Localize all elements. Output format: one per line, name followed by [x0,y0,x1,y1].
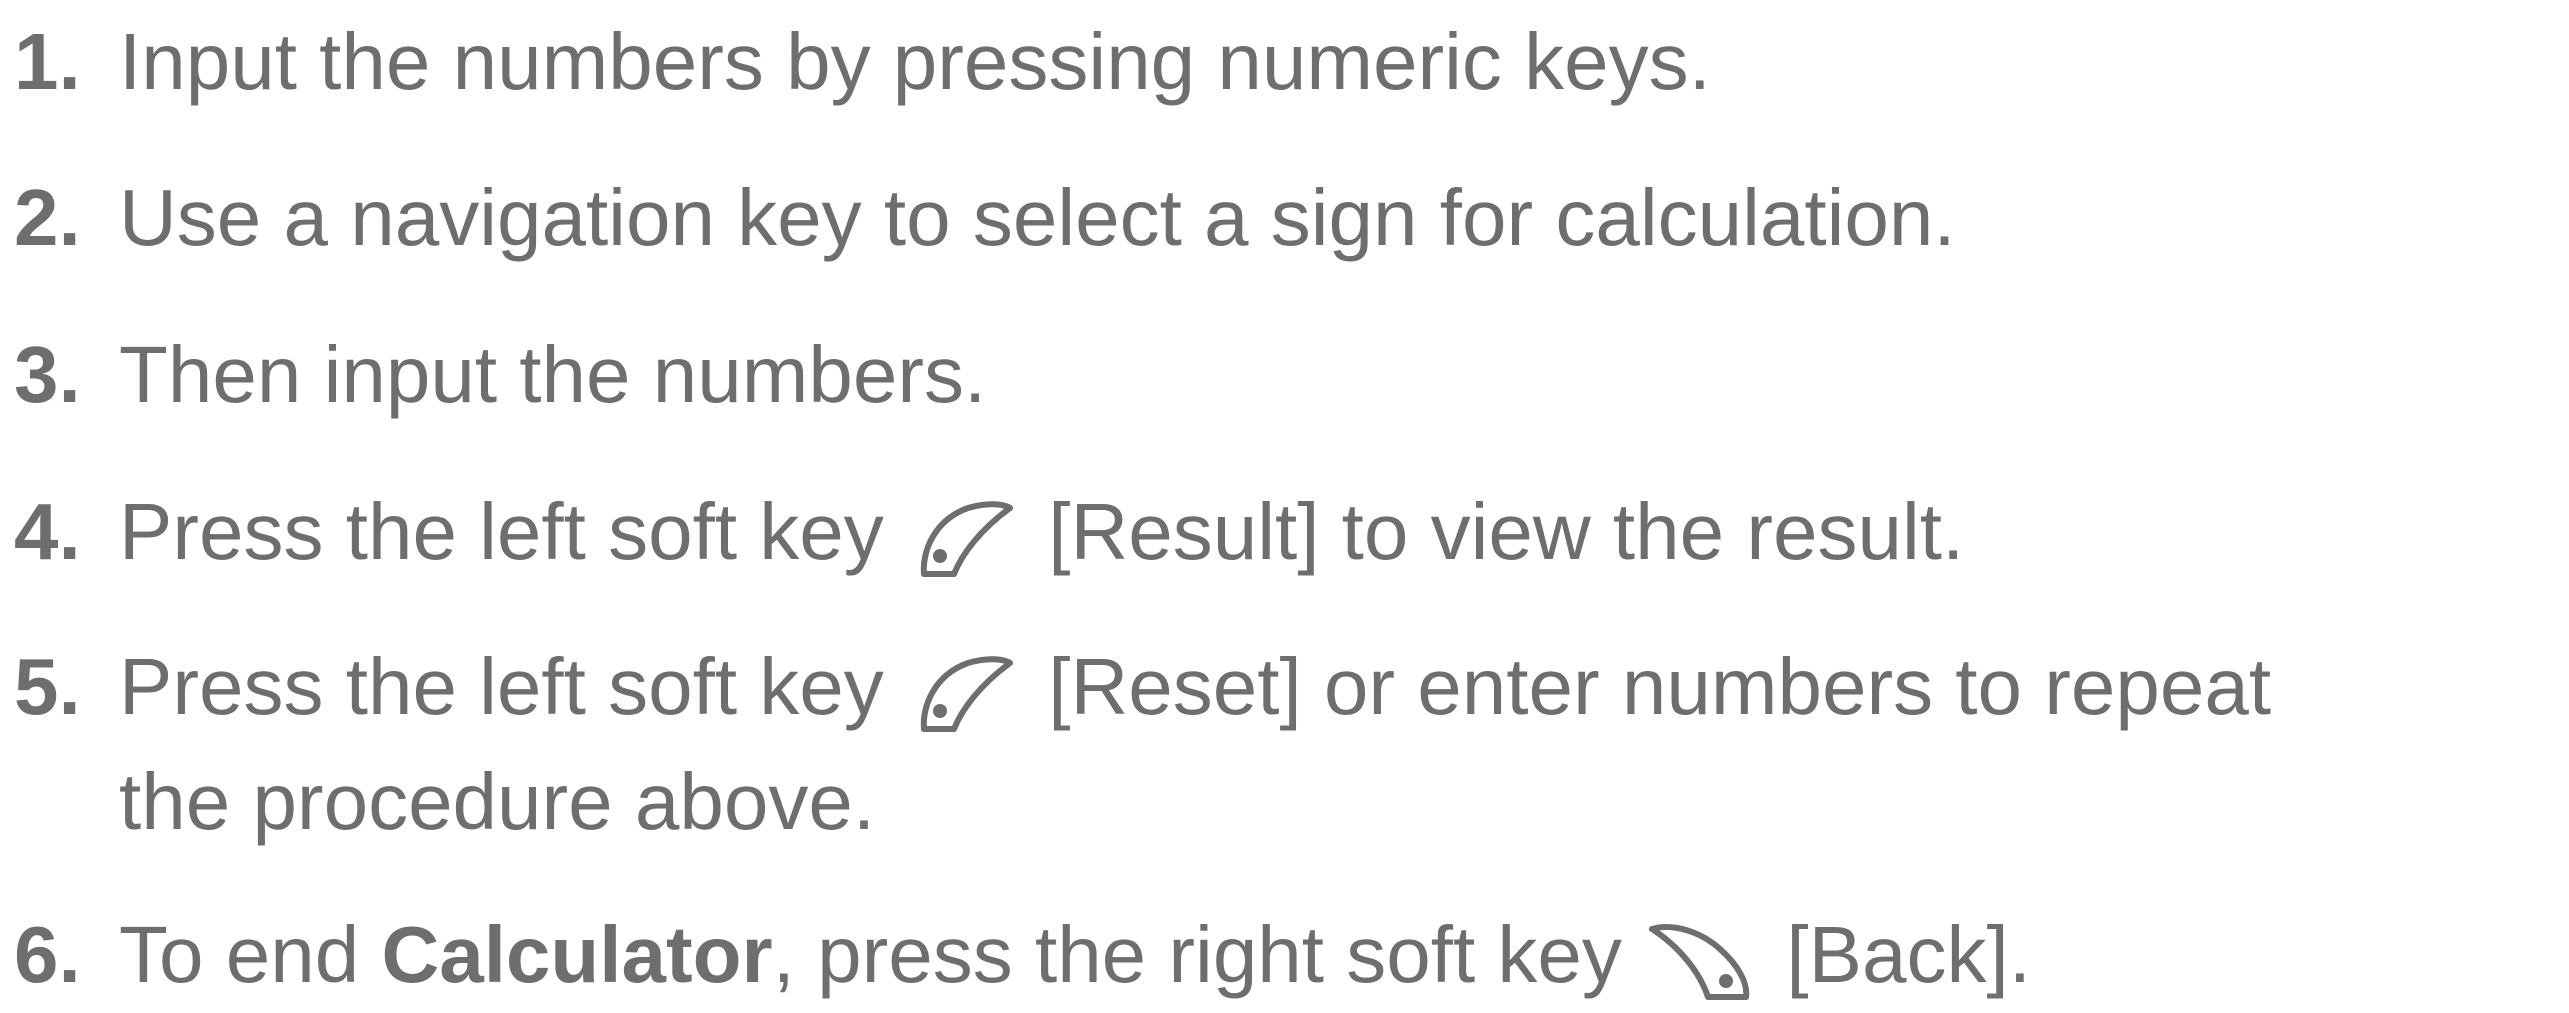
step-text: Then input the numbers. [119,330,987,419]
step-number: 3. [14,330,81,419]
step-text-before: Press the left soft key [119,642,884,731]
step-text-after: [Result] to view the result. [1048,487,1965,576]
step-text: Input the numbers by pressing numeric ke… [119,17,1711,106]
step-4: 4. Press the left soft key [Result] to vi… [14,482,1964,582]
step-text-middle: , press the right soft key [772,910,1622,999]
step-6: 6. To end Calculator, press the right sof… [14,905,2031,1005]
left-soft-key-icon [906,641,1026,737]
step-number: 2. [14,173,81,262]
step-text-before: To end [119,910,360,999]
step-text: Use a navigation key to select a sign fo… [119,173,1956,262]
step-text-continuation: the procedure above. [119,757,876,846]
step-text-after: [Back]. [1786,910,2031,999]
step-number: 1. [14,17,81,106]
step-text-after: [Reset] or enter numbers to repeat [1048,642,2272,731]
step-number: 6. [14,910,81,999]
app-name: Calculator [381,910,773,999]
step-text-before: Press the left soft key [119,487,884,576]
step-5-continuation: the procedure above. [14,752,875,852]
step-5: 5. Press the left soft key [Reset] or ent… [14,637,2271,737]
step-2: 2. Use a navigation key to select a sign … [14,168,1956,268]
step-number: 5. [14,642,81,731]
left-soft-key-icon [906,486,1026,582]
step-1: 1. Input the numbers by pressing numeric … [14,12,1711,112]
step-3: 3. Then input the numbers. [14,325,986,425]
step-number: 4. [14,487,81,576]
right-soft-key-icon [1644,909,1764,1005]
